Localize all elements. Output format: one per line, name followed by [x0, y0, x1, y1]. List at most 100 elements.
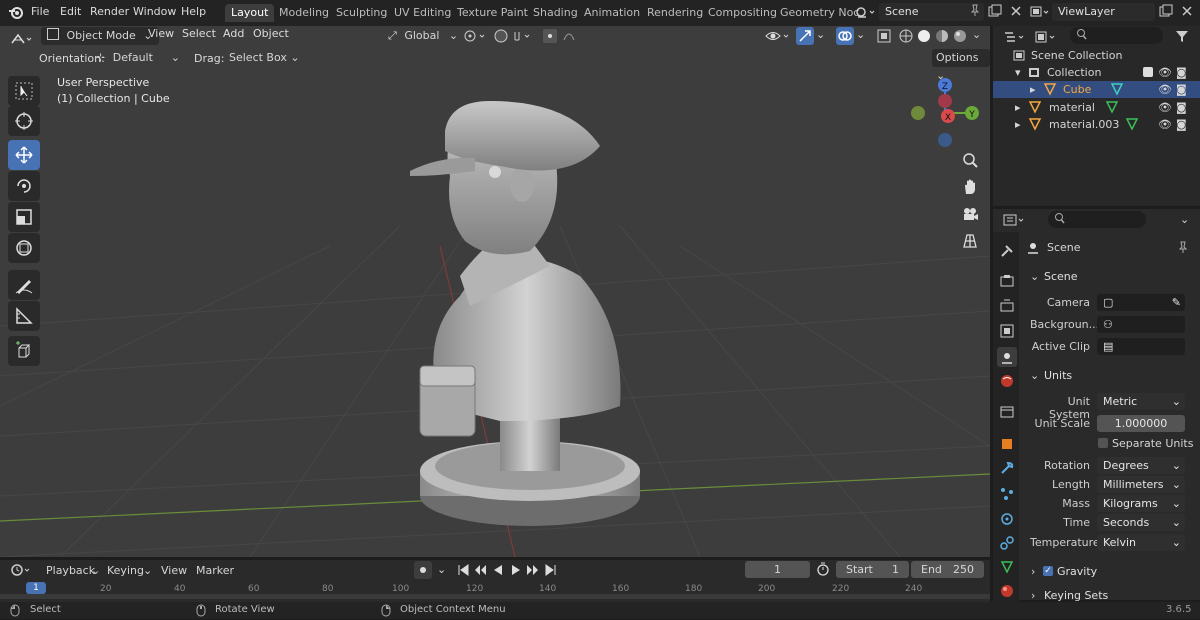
3d-viewport[interactable]: Object Mode ⌄ View Select Add Object ⤢ G…: [0, 26, 990, 557]
move-tool[interactable]: [8, 140, 40, 170]
eye-icon[interactable]: 👁: [1158, 64, 1172, 81]
temperature-select[interactable]: Kelvin ⌄: [1097, 534, 1185, 551]
constraints-tab-icon[interactable]: [999, 535, 1015, 551]
modifier-tab-icon[interactable]: [999, 460, 1015, 476]
outliner-search-input[interactable]: [1070, 27, 1163, 44]
snapping-icon[interactable]: [493, 28, 535, 47]
timeline-menu-playback[interactable]: Playback: [46, 564, 95, 577]
playhead[interactable]: 1: [26, 582, 46, 594]
scene-icon[interactable]: [855, 4, 877, 23]
scene-tab-icon[interactable]: [997, 347, 1017, 367]
view-layer-icon[interactable]: [1029, 4, 1051, 23]
particles-tab-icon[interactable]: [999, 486, 1015, 502]
viewport-menu-add[interactable]: Add: [223, 27, 244, 40]
stopwatch-icon[interactable]: [816, 562, 830, 579]
tool-tab-icon[interactable]: [999, 243, 1015, 259]
camera-render-icon[interactable]: ◙: [1176, 116, 1187, 133]
play-reverse-icon[interactable]: [491, 563, 505, 580]
menu-help[interactable]: Help: [181, 5, 206, 18]
measure-tool[interactable]: [8, 301, 40, 331]
rotation-select[interactable]: Degrees ⌄: [1097, 457, 1185, 474]
blender-logo-icon[interactable]: [8, 5, 24, 24]
output-tab-icon[interactable]: [999, 298, 1015, 314]
tab-texture-paint[interactable]: Texture Paint: [451, 4, 534, 22]
transform-orientation-selector[interactable]: ⤢ Global ⌄: [388, 27, 458, 45]
mass-select[interactable]: Kilograms ⌄: [1097, 495, 1185, 512]
length-select[interactable]: Millimeters ⌄: [1097, 476, 1185, 493]
eye-icon[interactable]: 👁: [1158, 99, 1172, 116]
menu-edit[interactable]: Edit: [60, 5, 81, 18]
render-tab-icon[interactable]: [999, 273, 1015, 289]
outliner-row-scene-collection[interactable]: Scene Collection: [993, 47, 1200, 64]
data-tab-icon[interactable]: [999, 559, 1015, 575]
timeline-scrollbar[interactable]: [0, 594, 990, 599]
pin-icon[interactable]: [970, 3, 980, 23]
xray-toggle-icon[interactable]: [876, 28, 892, 47]
timeline-menu-marker[interactable]: Marker: [196, 564, 234, 577]
cursor-tool[interactable]: [8, 106, 40, 136]
keying-sets-section-title[interactable]: Keying Sets: [1044, 589, 1108, 602]
scene-section-title[interactable]: Scene: [1044, 270, 1078, 283]
chevron-right-icon[interactable]: ›: [1031, 589, 1035, 602]
timeline-menu-keying[interactable]: Keying: [107, 564, 144, 577]
outliner-row-collection[interactable]: ▾ Collection 👁 ◙: [993, 64, 1200, 81]
mesh-data-icon[interactable]: [1125, 117, 1139, 136]
view-layer-selector[interactable]: ViewLayer: [1052, 3, 1155, 21]
rendered-shading-icon[interactable]: [952, 28, 968, 47]
scale-tool[interactable]: [8, 202, 40, 232]
unit-system-select[interactable]: Metric ⌄: [1097, 393, 1185, 410]
annotate-tool[interactable]: [8, 270, 40, 300]
mode-selector[interactable]: Object Mode ⌄: [41, 27, 159, 45]
eye-icon[interactable]: 👁: [1158, 81, 1172, 98]
start-frame-input[interactable]: Start 1: [836, 561, 909, 578]
visibility-toggle-icon[interactable]: [765, 28, 793, 47]
camera-field[interactable]: ▢ ✎: [1097, 294, 1185, 311]
scene-selector[interactable]: Scene: [879, 3, 984, 21]
chevron-right-icon[interactable]: ▸: [1030, 81, 1036, 98]
outliner-row-material[interactable]: ▸ material 👁 ◙: [993, 99, 1200, 116]
chevron-down-icon[interactable]: ⌄: [972, 28, 981, 41]
menu-render[interactable]: Render: [90, 5, 129, 18]
jump-end-icon[interactable]: [544, 563, 558, 580]
checkbox-icon[interactable]: [1143, 67, 1153, 77]
zoom-button[interactable]: [957, 147, 983, 173]
tab-shading[interactable]: Shading: [527, 4, 584, 22]
tab-layout[interactable]: Layout: [225, 4, 275, 22]
timeline-editor-icon[interactable]: [10, 563, 34, 580]
chevron-down-icon[interactable]: ⌄: [816, 28, 825, 41]
chevron-down-icon[interactable]: ▾: [1015, 64, 1021, 81]
chevron-down-icon[interactable]: ⌄: [143, 564, 152, 577]
solid-shading-icon[interactable]: [916, 28, 932, 47]
background-field[interactable]: ⚇: [1097, 316, 1185, 333]
view-layer-tab-icon[interactable]: [999, 323, 1015, 339]
collection-tab-icon[interactable]: [999, 404, 1015, 420]
physics-tab-icon[interactable]: [999, 511, 1015, 527]
jump-keyframe-forward-icon[interactable]: [526, 563, 540, 580]
chevron-right-icon[interactable]: ›: [1031, 565, 1035, 578]
viewport-menu-object[interactable]: Object: [253, 27, 289, 40]
chevron-down-icon[interactable]: ⌄: [856, 28, 865, 41]
pivot-point-icon[interactable]: [463, 28, 491, 47]
outliner-row-material-003[interactable]: ▸ material.003 👁 ◙: [993, 116, 1200, 133]
tab-uv-editing[interactable]: UV Editing: [388, 4, 457, 22]
units-section-title[interactable]: Units: [1044, 369, 1072, 382]
world-tab-icon[interactable]: [999, 373, 1015, 389]
end-frame-input[interactable]: End 250: [911, 561, 984, 578]
object-tab-icon[interactable]: [999, 436, 1015, 452]
tab-rendering[interactable]: Rendering: [641, 4, 709, 22]
camera-render-icon[interactable]: ◙: [1176, 81, 1187, 98]
remove-view-layer-icon[interactable]: [1180, 4, 1194, 21]
auto-keying-button[interactable]: [414, 561, 432, 579]
outliner-row-cube[interactable]: ▸ Cube 👁 ◙: [993, 81, 1200, 98]
new-scene-icon[interactable]: [988, 4, 1002, 21]
filter-icon[interactable]: [1175, 29, 1189, 46]
tab-animation[interactable]: Animation: [578, 4, 646, 22]
display-mode-icon[interactable]: [1034, 30, 1058, 47]
orientation-selector[interactable]: ⊹ Default ⌄: [96, 50, 182, 66]
material-tab-icon[interactable]: [999, 583, 1015, 599]
separate-units-checkbox[interactable]: [1098, 438, 1108, 448]
pan-button[interactable]: [957, 174, 983, 200]
unit-scale-input[interactable]: 1.000000: [1097, 415, 1185, 432]
chevron-down-icon[interactable]: ⌄: [1180, 213, 1189, 226]
add-cube-tool[interactable]: [8, 336, 40, 366]
